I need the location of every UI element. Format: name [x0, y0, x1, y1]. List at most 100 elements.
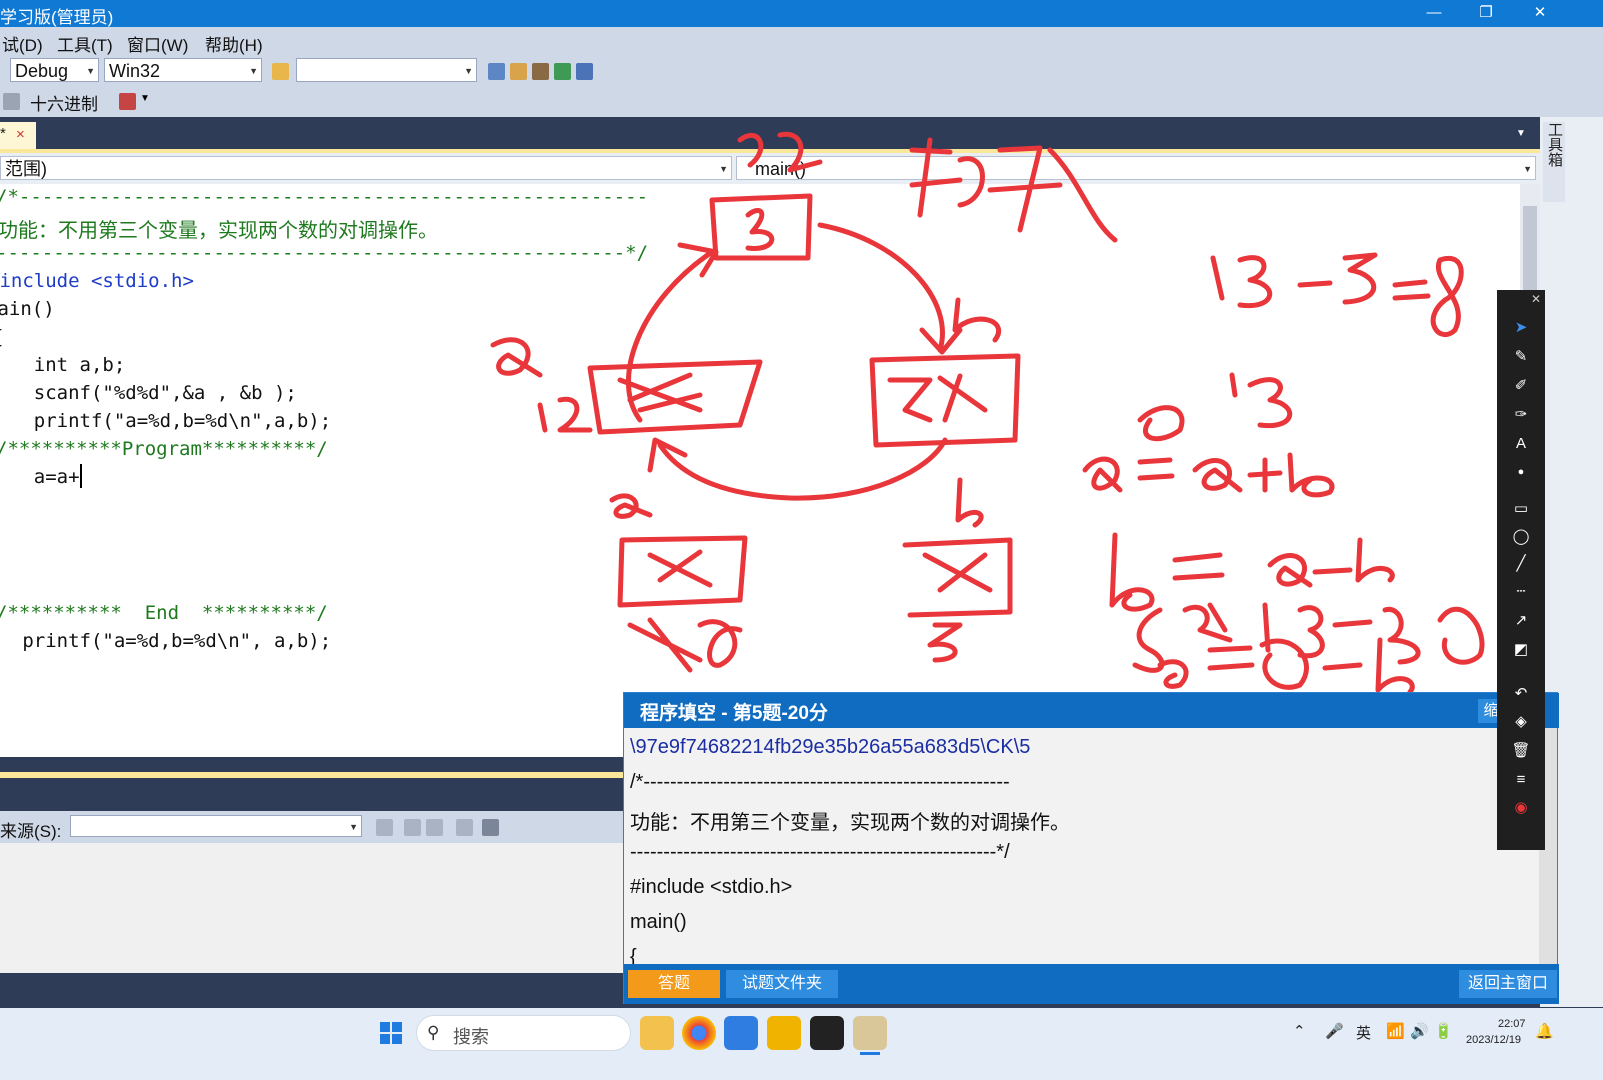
search-placeholder: 搜索: [453, 1027, 489, 1047]
exam-code-line: {: [630, 946, 637, 964]
start-page-icon[interactable]: [554, 63, 571, 80]
menu-bar: 试(D) 工具(T) 窗口(W) 帮助(H): [0, 27, 1603, 55]
clock-date[interactable]: 2023/12/19: [1466, 1034, 1521, 1046]
recorder-icon[interactable]: [810, 1016, 844, 1050]
file-explorer-icon[interactable]: [640, 1016, 674, 1050]
code-line: /********** End **********/: [0, 602, 328, 624]
exam-code-line: /*--------------------------------------…: [630, 771, 1010, 793]
eraser-icon[interactable]: ◈: [1507, 710, 1535, 734]
answer-button[interactable]: 答题: [628, 970, 720, 998]
ide-icon[interactable]: [853, 1016, 887, 1050]
code-line: /**********Program**********/: [0, 438, 328, 460]
exam-path: \97e9f74682214fb29e35b26a55a683d5\CK\5: [630, 736, 1031, 758]
function-combo[interactable]: main() ▼: [736, 156, 1536, 180]
brush-icon[interactable]: ✎: [1507, 345, 1535, 369]
pen-icon[interactable]: ✐: [1507, 374, 1535, 398]
scope-combo[interactable]: 范围) ▼: [0, 156, 732, 180]
close-icon[interactable]: ✕: [1531, 292, 1541, 306]
dashed-line-icon[interactable]: ┄: [1507, 580, 1535, 604]
menu-help[interactable]: 帮助(H): [205, 31, 263, 56]
scrollbar-thumb[interactable]: [1523, 206, 1537, 296]
find-message-icon[interactable]: [376, 819, 393, 836]
menu-icon[interactable]: ≡: [1507, 768, 1535, 792]
undo-icon[interactable]: ↶: [1507, 682, 1535, 706]
volume-icon[interactable]: 🔊: [1410, 1022, 1429, 1040]
tab-close-icon[interactable]: ×: [16, 126, 25, 143]
open-folder-icon[interactable]: [272, 63, 289, 80]
return-main-button[interactable]: 返回主窗口: [1459, 970, 1557, 998]
windows-start-icon[interactable]: [380, 1022, 402, 1044]
platform-combo[interactable]: Win32 ▼: [104, 58, 262, 82]
class-view-icon[interactable]: [576, 63, 593, 80]
clock-time[interactable]: 22:07: [1498, 1018, 1526, 1030]
tab-dropdown-icon[interactable]: ▼: [1516, 128, 1526, 139]
window-title: 学习版(管理员): [0, 8, 114, 27]
tools-icon[interactable]: [532, 63, 549, 80]
battery-icon[interactable]: 🔋: [1434, 1022, 1453, 1040]
exam-content[interactable]: \97e9f74682214fb29e35b26a55a683d5\CK\5 /…: [624, 728, 1539, 964]
taskbar-search[interactable]: ⚲ 搜索: [416, 1015, 631, 1051]
search-icon: ⚲: [427, 1023, 440, 1042]
exam-app-icon[interactable]: [767, 1016, 801, 1050]
annotation-palette: ✕ ➤ ✎ ✐ ✑ A ● ▭ ◯ ╱ ┄ ↗ ◩ ↶ ◈ 🗑 ≡ ◉: [1497, 290, 1545, 850]
chevron-down-icon[interactable]: ▼: [140, 93, 150, 104]
config-combo[interactable]: Debug ▼: [10, 58, 99, 82]
wifi-icon[interactable]: 📶: [1386, 1022, 1405, 1040]
include-directive: #include <stdio.h>: [0, 270, 194, 292]
code-line: /*--------------------------------------…: [0, 186, 649, 208]
breakpoint-icon[interactable]: [119, 93, 136, 110]
code-editor[interactable]: /*--------------------------------------…: [0, 184, 1520, 757]
previous-message-icon[interactable]: [404, 819, 421, 836]
highlighter-icon[interactable]: ✑: [1507, 403, 1535, 427]
output-toolbar: 来源(S): ▼: [0, 811, 630, 843]
record-icon[interactable]: ◉: [1507, 796, 1535, 820]
hex-toggle[interactable]: 十六进制: [30, 90, 98, 115]
text-tool-icon[interactable]: A: [1507, 432, 1535, 456]
code-line: main(): [0, 298, 55, 320]
properties-icon[interactable]: [510, 63, 527, 80]
active-app-indicator: [860, 1052, 880, 1055]
toolbox-tab[interactable]: 工具箱: [1543, 122, 1565, 202]
next-message-icon[interactable]: [426, 819, 443, 836]
word-wrap-icon[interactable]: [482, 819, 499, 836]
code-line: {: [0, 326, 3, 348]
exam-code-line: ----------------------------------------…: [630, 841, 1010, 863]
ellipse-icon[interactable]: ◯: [1507, 525, 1535, 549]
source-combo[interactable]: ▼: [70, 815, 362, 837]
microphone-icon[interactable]: 🎤: [1325, 1022, 1344, 1040]
output-body[interactable]: [0, 843, 630, 973]
rectangle-icon[interactable]: ▭: [1507, 497, 1535, 521]
code-line: 功能：不用第三个变量，实现两个数的对调操作。: [0, 218, 438, 242]
minimize-button[interactable]: —: [1414, 2, 1454, 24]
find-combo[interactable]: ▼: [296, 58, 477, 82]
trash-icon[interactable]: 🗑: [1507, 739, 1535, 763]
feishu-icon[interactable]: [724, 1016, 758, 1050]
code-line: int a,b;: [0, 354, 126, 376]
restore-button[interactable]: ❐: [1466, 2, 1506, 24]
menu-tools[interactable]: 工具(T): [57, 31, 113, 56]
chrome-icon[interactable]: [682, 1016, 716, 1050]
pointer-icon[interactable]: ➤: [1507, 316, 1535, 340]
close-button[interactable]: ✕: [1520, 2, 1560, 24]
line-icon[interactable]: ╱: [1507, 552, 1535, 576]
text-cursor: [80, 464, 82, 488]
arrow-icon[interactable]: ↗: [1507, 609, 1535, 633]
chevron-down-icon: ▼: [86, 66, 95, 76]
code-line: ----------------------------------------…: [0, 242, 649, 264]
function-value: main(): [755, 159, 807, 179]
find-in-files-icon[interactable]: [488, 63, 505, 80]
document-tab[interactable]: * ×: [0, 122, 36, 149]
fill-icon[interactable]: ◩: [1507, 638, 1535, 662]
menu-debug[interactable]: 试(D): [2, 31, 43, 56]
menu-window[interactable]: 窗口(W): [127, 31, 188, 56]
clear-all-icon[interactable]: [456, 819, 473, 836]
output-panel-header: [0, 778, 630, 811]
tray-chevron-icon[interactable]: ⌃: [1293, 1022, 1306, 1040]
ime-indicator[interactable]: 英: [1356, 1022, 1371, 1043]
notification-icon[interactable]: 🔔: [1535, 1022, 1554, 1040]
numbering-icon[interactable]: ●: [1507, 460, 1535, 484]
code-line: printf("a=%d,b=%d\n", a,b);: [0, 630, 332, 652]
exam-folder-button[interactable]: 试题文件夹: [726, 970, 838, 998]
step-icon[interactable]: [3, 93, 20, 110]
standard-toolbar: Debug ▼ Win32 ▼ ▼: [0, 55, 1603, 87]
